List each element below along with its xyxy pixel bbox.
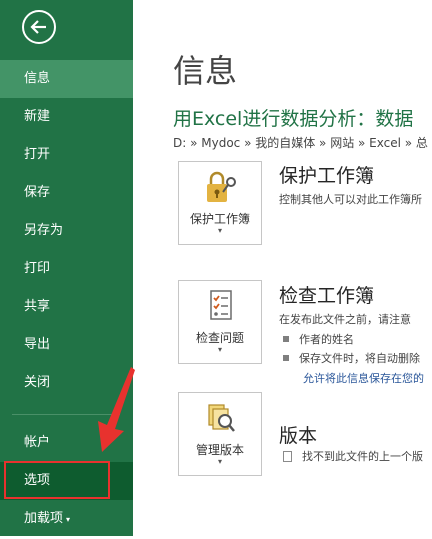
- lock-key-icon: [207, 171, 236, 202]
- versions-desc: 找不到此文件的上一个版: [302, 450, 423, 463]
- allow-save-info-link[interactable]: 允许将此信息保存在您的: [303, 370, 424, 386]
- document-title: 用Excel进行数据分析：数据: [173, 108, 414, 130]
- inspect-bullet-autoremove: 保存文件时，将自动删除: [283, 350, 420, 366]
- bullet-square-icon: [283, 336, 289, 342]
- manage-versions-button[interactable]: 管理版本 ▾: [178, 392, 262, 476]
- check-issues-button-label: 检查问题: [195, 331, 244, 345]
- inspect-bullet-author: 作者的姓名: [283, 331, 354, 347]
- document-icon: [283, 450, 292, 462]
- chevron-down-icon: ▾: [217, 345, 222, 354]
- manage-versions-button-label: 管理版本: [195, 443, 244, 457]
- inspect-workbook-title: 检查工作簿: [279, 285, 375, 307]
- info-panel: 信息 用Excel进行数据分析：数据 D: » Mydoc » 我的自媒体 » …: [133, 0, 432, 536]
- chevron-down-icon: ▾: [217, 457, 222, 466]
- document-path[interactable]: D: » Mydoc » 我的自媒体 » 网站 » Excel » 总: [173, 134, 428, 151]
- versions-desc-row: 找不到此文件的上一个版: [283, 448, 423, 464]
- bullet-square-icon: [283, 355, 289, 361]
- protect-workbook-button[interactable]: 保护工作簿 ▾: [178, 161, 262, 245]
- check-issues-button[interactable]: 检查问题 ▾: [178, 280, 262, 364]
- protect-workbook-title: 保护工作簿: [279, 165, 375, 187]
- page-title: 信息: [173, 52, 238, 90]
- protect-workbook-button-label: 保护工作簿: [189, 212, 250, 226]
- versions-title: 版本: [279, 425, 318, 447]
- inspect-checklist-icon: [210, 290, 232, 320]
- chevron-down-icon: ▾: [217, 226, 222, 235]
- protect-workbook-desc: 控制其他人可以对此工作簿所: [279, 193, 422, 206]
- inspect-workbook-desc: 在发布此文件之前，请注意: [279, 313, 411, 326]
- manage-versions-icon: [208, 404, 235, 432]
